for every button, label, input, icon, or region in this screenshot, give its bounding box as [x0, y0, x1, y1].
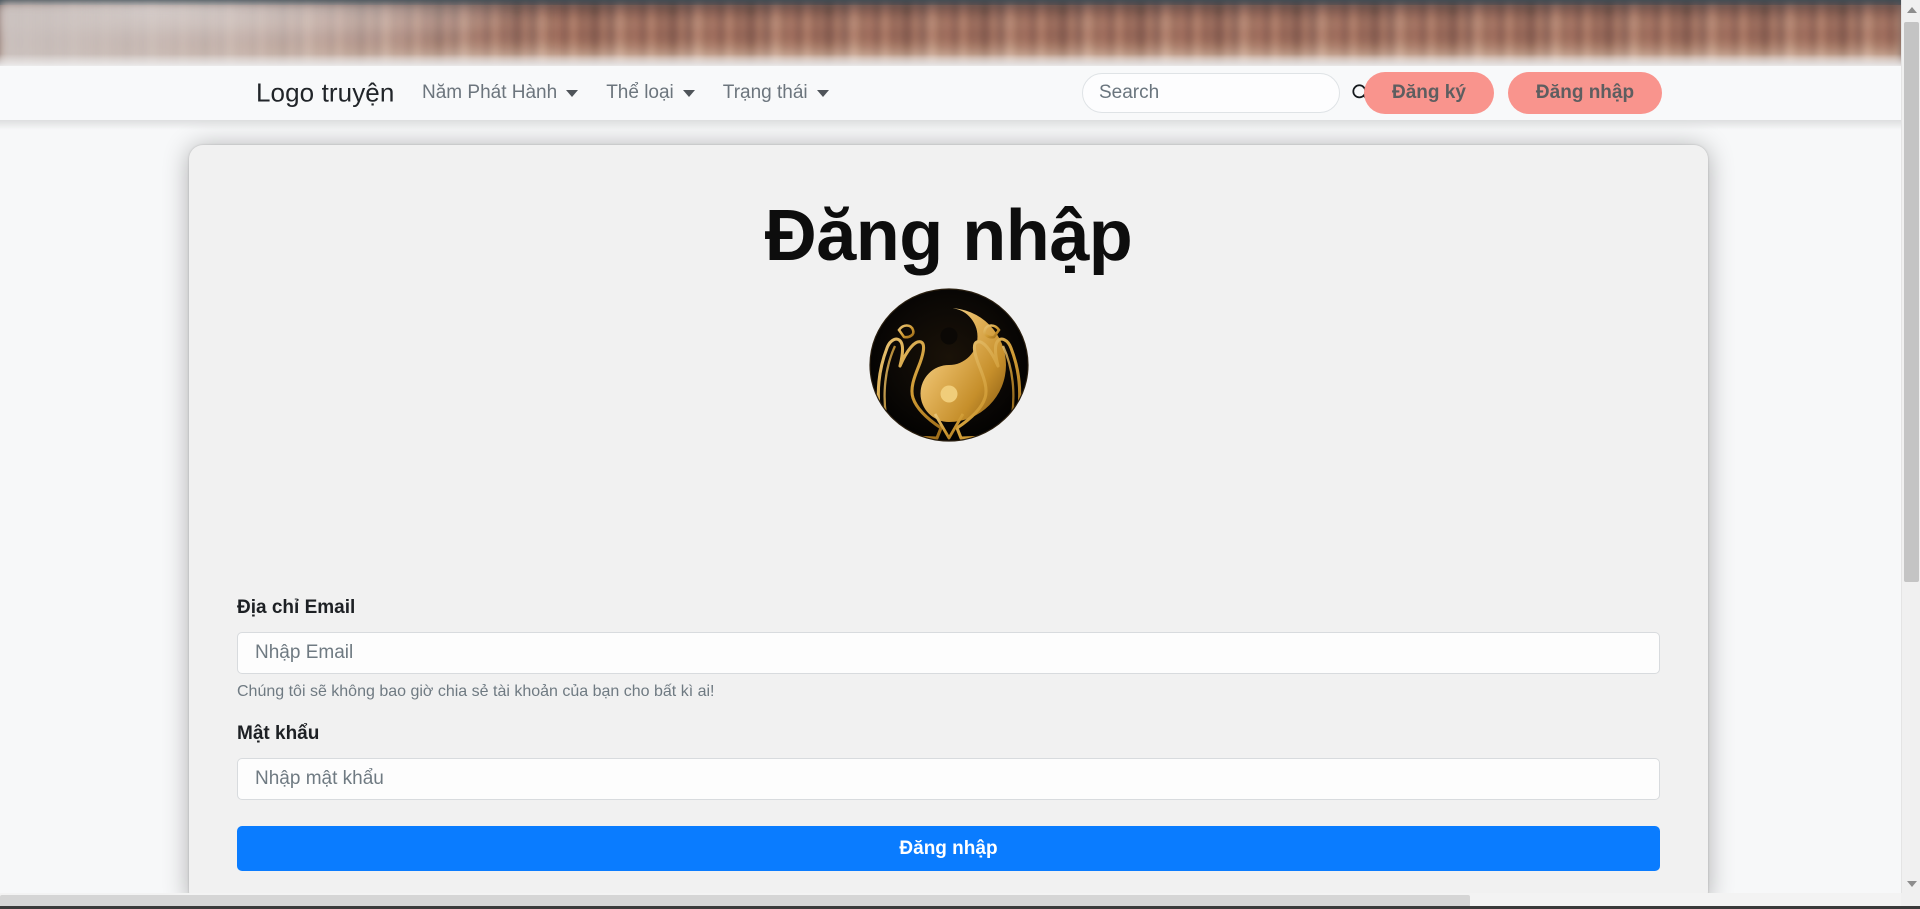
login-card: Đăng nhập Địa chỉ Email Nhập Email Chúng…: [189, 145, 1708, 893]
submit-login-button[interactable]: Đăng nhập: [237, 826, 1660, 871]
nav-item-label: Thể loại: [606, 82, 674, 103]
triangle-up-icon: [1906, 6, 1917, 13]
chevron-down-icon: [682, 89, 695, 97]
banner-bottom-fade: [0, 54, 1901, 66]
scroll-down-button[interactable]: [1902, 874, 1920, 893]
field-spacer: [237, 701, 1660, 723]
chevron-down-icon: [566, 89, 579, 97]
vertical-scrollbar-thumb[interactable]: [1904, 22, 1919, 582]
page-viewport: Logo truyện Năm Phát Hành Thể loại Trạng…: [0, 0, 1901, 893]
register-button[interactable]: Đăng ký: [1364, 72, 1494, 114]
login-button[interactable]: Đăng nhập: [1507, 72, 1663, 114]
password-field-group: Mật khẩu: [237, 723, 1660, 800]
page-title: Đăng nhập: [764, 196, 1133, 276]
chevron-down-icon: [816, 89, 829, 97]
password-input[interactable]: [237, 758, 1660, 800]
nav-item-label: Năm Phát Hành: [422, 82, 558, 103]
email-help-text: Chúng tôi sẽ không bao giờ chia sẻ tài k…: [237, 683, 715, 700]
auth-buttons: Đăng ký Đăng nhập: [1364, 72, 1663, 114]
navbar-links: Năm Phát Hành Thể loại Trạng thái: [408, 78, 843, 108]
scroll-up-button[interactable]: [1902, 0, 1920, 19]
navbar-shadow: [0, 120, 1901, 130]
main-navbar: Logo truyện Năm Phát Hành Thể loại Trạng…: [0, 66, 1901, 120]
search-input[interactable]: [1099, 82, 1344, 104]
yin-yang-hands-logo: [868, 288, 1029, 442]
browser-window: Logo truyện Năm Phát Hành Thể loại Trạng…: [0, 0, 1920, 909]
bookshelf-banner: [0, 0, 1901, 66]
nav-item-the-loai[interactable]: Thể loại: [592, 78, 709, 108]
brand-logo: [855, 286, 1043, 444]
email-field-group: Địa chỉ Email Chúng tôi sẽ không bao giờ…: [237, 597, 1660, 701]
nav-item-nam-phat-hanh[interactable]: Năm Phát Hành: [408, 78, 592, 108]
search-box[interactable]: [1082, 73, 1371, 113]
login-form: Địa chỉ Email Chúng tôi sẽ không bao giờ…: [237, 597, 1660, 871]
nav-item-label: Trạng thái: [722, 82, 808, 103]
password-label: Mật khẩu: [237, 723, 320, 744]
site-brand[interactable]: Logo truyện: [256, 78, 394, 109]
nav-item-trang-thai[interactable]: Trạng thái: [709, 78, 843, 108]
email-input[interactable]: [237, 632, 1660, 674]
email-label: Địa chỉ Email: [237, 597, 356, 618]
triangle-down-icon: [1906, 880, 1917, 887]
vertical-scrollbar[interactable]: [1901, 0, 1920, 893]
